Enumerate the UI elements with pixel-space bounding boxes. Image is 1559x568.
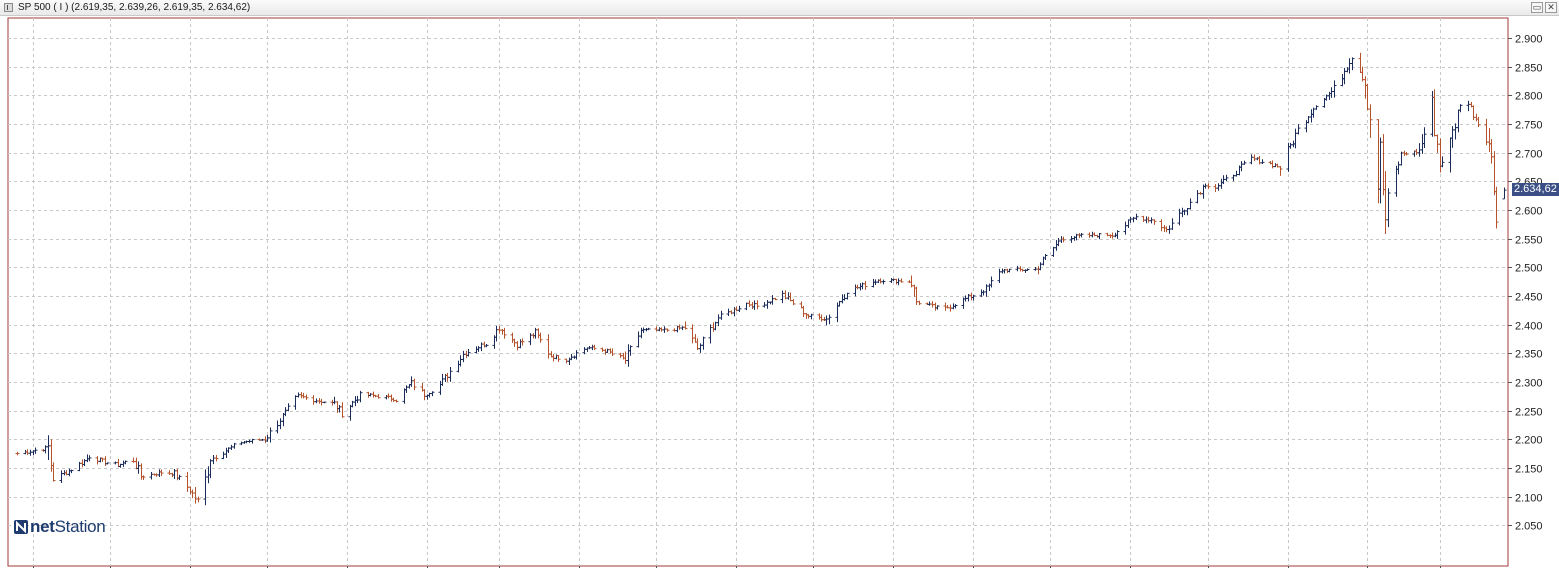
y-tick-label: 2.050 — [1515, 521, 1543, 533]
y-tick-label: 2.450 — [1515, 292, 1543, 304]
close-button[interactable]: ✕ — [1545, 2, 1557, 13]
restore-button[interactable]: ▭ — [1531, 2, 1543, 13]
y-tick-label: 2.300 — [1515, 378, 1543, 390]
chart-window-icon — [4, 3, 13, 12]
logo-text: netStation — [30, 517, 106, 537]
window-title: SP 500 ( I ) (2.619,35, 2.639,26, 2.619,… — [18, 2, 251, 13]
logo-prefix: net — [30, 517, 55, 536]
y-tick-label: 2.100 — [1515, 493, 1543, 505]
y-tick-label: 2.350 — [1515, 349, 1543, 361]
y-tick-label: 2.900 — [1515, 34, 1543, 46]
price-chart[interactable]: 2.9002.8502.8002.7502.7002.6502.6002.550… — [0, 16, 1559, 568]
y-tick-label: 2.700 — [1515, 149, 1543, 161]
window-titlebar: SP 500 ( I ) (2.619,35, 2.639,26, 2.619,… — [0, 0, 1559, 16]
y-tick-label: 2.550 — [1515, 235, 1543, 247]
netstation-logo-icon — [14, 520, 28, 534]
y-tick-label: 2.800 — [1515, 91, 1543, 103]
y-tick-label: 2.600 — [1515, 206, 1543, 218]
y-tick-label: 2.500 — [1515, 263, 1543, 275]
y-tick-label: 2.250 — [1515, 407, 1543, 419]
last-price-label: 2.634,62 — [1512, 183, 1559, 197]
plot-frame — [7, 17, 1509, 567]
y-tick-label: 2.400 — [1515, 321, 1543, 333]
y-tick-label: 2.850 — [1515, 63, 1543, 75]
logo-suffix: Station — [54, 517, 106, 536]
y-tick-label: 2.200 — [1515, 435, 1543, 447]
y-tick-label: 2.150 — [1515, 464, 1543, 476]
y-tick-label: 2.750 — [1515, 120, 1543, 132]
